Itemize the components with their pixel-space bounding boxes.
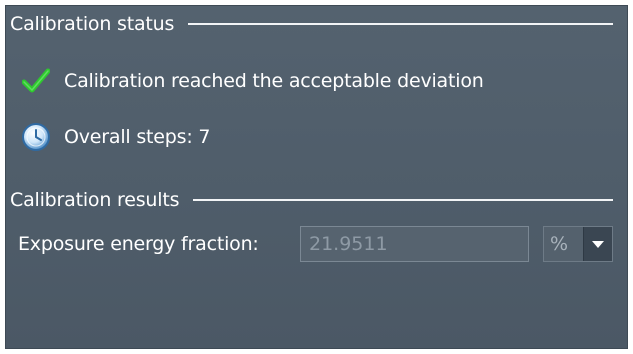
unit-value: % <box>550 233 569 255</box>
calibration-reached-row: Calibration reached the acceptable devia… <box>20 65 484 97</box>
calibration-panel: Calibration status Calibration reached t… <box>5 5 628 349</box>
section-divider <box>188 23 613 25</box>
exposure-energy-value: 21.9511 <box>309 233 388 255</box>
calibration-results-header: Calibration results <box>10 188 619 212</box>
calibration-results-title: Calibration results <box>10 189 180 211</box>
exposure-energy-row: Exposure energy fraction: 21.9511 % <box>18 225 613 263</box>
section-divider <box>193 199 613 201</box>
exposure-energy-field[interactable]: 21.9511 <box>300 226 529 262</box>
chevron-down-icon[interactable] <box>583 227 612 261</box>
overall-steps-text: Overall steps: 7 <box>64 126 211 148</box>
exposure-energy-label: Exposure energy fraction: <box>18 233 259 255</box>
unit-dropdown[interactable]: % <box>543 226 613 262</box>
calibration-status-title: Calibration status <box>10 13 175 35</box>
clock-icon <box>20 121 52 153</box>
checkmark-icon <box>20 65 52 97</box>
calibration-status-header: Calibration status <box>10 12 619 36</box>
calibration-reached-text: Calibration reached the acceptable devia… <box>64 70 484 92</box>
overall-steps-row: Overall steps: 7 <box>20 121 210 153</box>
